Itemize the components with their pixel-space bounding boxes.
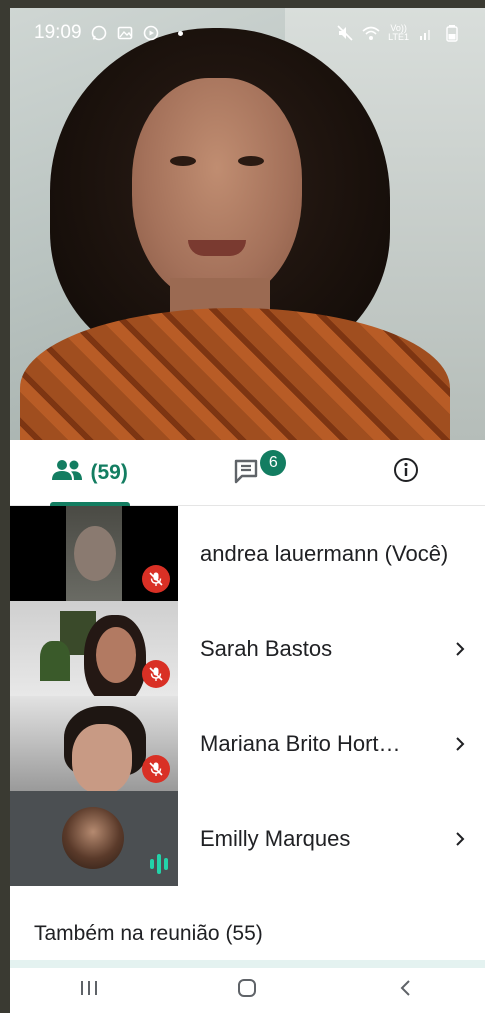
speaking-bar [150,859,154,869]
tab-info[interactable] [327,440,485,506]
speaking-bar [157,854,161,874]
chevron-right-icon[interactable] [445,640,475,658]
back-button[interactable] [376,971,436,1011]
participant-face [72,724,132,791]
participant-name: Sarah Bastos [200,635,333,661]
participant-face [74,526,116,581]
participant-list: andrea lauermann (Você) Sarah Bastos Mar… [10,506,485,886]
gallery-icon [116,24,134,42]
participant-row[interactable]: Sarah Bastos [10,601,485,696]
youtube-icon [142,24,160,42]
back-icon [398,977,414,1004]
system-navigation-bar [10,968,485,1013]
chevron-right-icon[interactable] [445,735,475,753]
battery-icon [443,24,461,42]
tab-chat[interactable]: 6 [168,440,326,506]
wifi-icon [362,24,380,42]
participant-row[interactable]: Emilly Marques [10,791,485,886]
network-label: Vo)) LTE1 [388,24,409,42]
also-in-meeting-heading: Também na reunião (55) [34,922,263,945]
participant-video [10,696,178,791]
signal-icon [417,24,435,42]
speaking-bar [164,858,168,870]
chat-badge: 6 [260,449,287,476]
network-label-bottom: LTE1 [388,32,409,42]
mic-off-icon [142,565,170,593]
mic-off-icon [142,660,170,688]
participant-name: andrea lauermann (Você) [200,540,449,566]
whatsapp-icon [90,24,108,42]
status-time: 19:09 [34,22,82,43]
status-bar: 19:09 Vo)) LTE1 [10,8,485,58]
status-bar-right: Vo)) LTE1 [336,24,461,42]
avatar [62,807,124,869]
participant-video [10,506,178,601]
main-video-tile[interactable]: 19:09 Vo)) LTE1 [10,8,485,440]
meet-app: 19:09 Vo)) LTE1 (59) 6 andrea lauermann … [10,8,485,1013]
speaker-mouth [188,240,246,256]
speaker-eye [170,156,196,166]
mute-icon [336,24,354,42]
participant-video [10,601,178,696]
plant [40,641,70,681]
panel-tabs: (59) 6 [10,440,485,506]
speaker-eye [238,156,264,166]
home-icon [236,977,258,1004]
list-item-highlight [10,960,485,968]
participant-name: Mariana Brito Hort… [200,730,401,756]
people-count: (59) [90,460,128,484]
speaking-indicator-icon [150,854,168,874]
recents-button[interactable] [59,971,119,1011]
notification-dot [177,30,183,36]
participant-row[interactable]: Mariana Brito Hort… [10,696,485,791]
mic-off-icon [142,755,170,783]
recents-icon [78,978,100,1003]
participant-video [10,791,178,886]
home-button[interactable] [217,971,277,1011]
speaker-face [132,78,302,303]
participant-face [96,627,136,683]
active-tab-indicator [50,501,131,506]
people-icon [50,459,84,487]
status-bar-left: 19:09 [34,22,183,44]
chevron-right-icon[interactable] [445,830,475,848]
info-icon [392,456,420,489]
tab-people[interactable]: (59) [10,440,168,506]
chat-icon [232,456,262,489]
participant-row[interactable]: andrea lauermann (Você) [10,506,485,601]
participant-name: Emilly Marques [200,825,351,851]
